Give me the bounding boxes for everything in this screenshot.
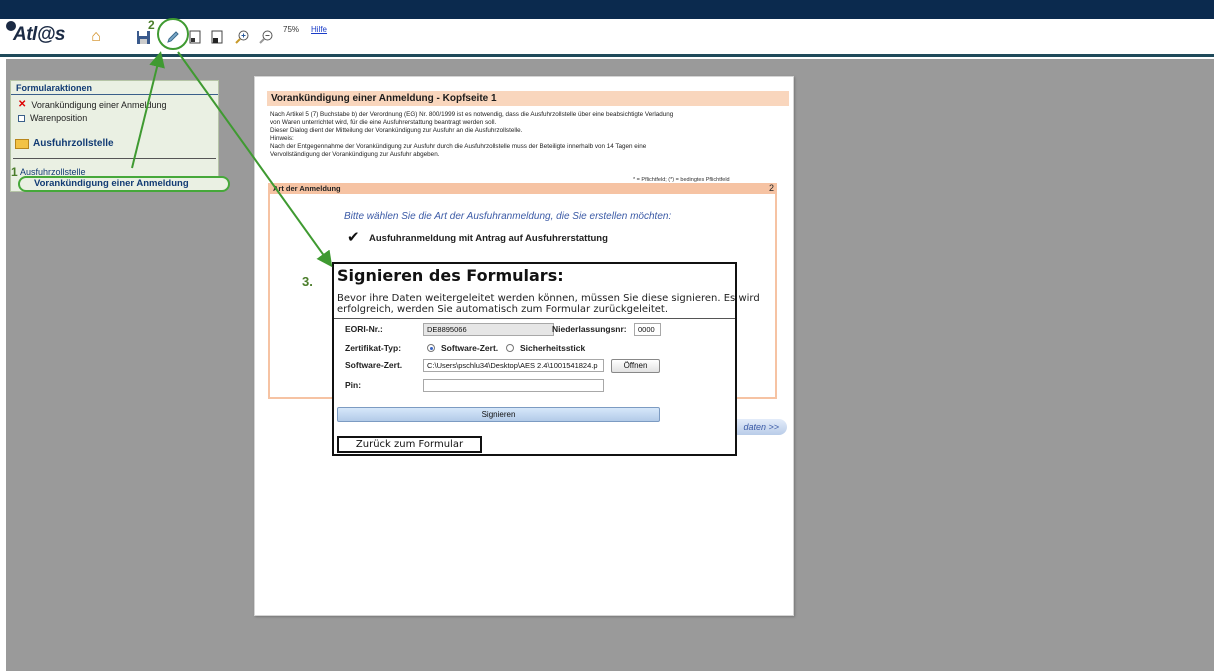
selection-prompt: Bitte wählen Sie die Art der Ausfuhranme… [344, 211, 672, 222]
back-to-form-button[interactable]: Zurück zum Formular [337, 436, 482, 453]
form-actions-header: Formularaktionen [11, 83, 218, 95]
edit-pencil-icon[interactable] [163, 27, 183, 47]
callout-number-3: 3. [302, 274, 313, 289]
section-header: Art der Anmeldung 2 [268, 183, 777, 194]
dialog-description: Bevor ihre Daten weitergeleitet werden k… [337, 293, 760, 315]
intro-line: von Waren unterrichtet wird, für die ein… [270, 119, 497, 126]
logo-text: Atl@s [13, 24, 65, 45]
zoom-level: 75% [283, 25, 300, 34]
sign-button[interactable]: Signieren [337, 407, 660, 422]
checkmark-icon: ✔ [347, 229, 360, 246]
section-number: 2 [768, 183, 774, 193]
callout-number-2: 2 [148, 18, 155, 32]
dialog-title: Signieren des Formulars: [337, 266, 564, 285]
folder-icon [15, 138, 29, 149]
dialog-description-line: Bevor ihre Daten weitergeleitet werden k… [337, 293, 760, 304]
intro-line: Nach Artikel 5 (7) Buchstabe b) der Vero… [270, 111, 674, 118]
sidebar-item-warenposition[interactable]: Warenposition [18, 113, 87, 123]
niederlassung-label: Niederlassungsnr: [552, 324, 627, 334]
intro-line: Dieser Dialog dient der Mitteilung der V… [270, 127, 523, 134]
zoom-in-icon[interactable] [232, 27, 252, 47]
eori-label: EORI-Nr.: [345, 324, 383, 334]
top-banner [0, 0, 1214, 19]
atlas-logo: Atl@s [6, 21, 65, 46]
sidebar-item-label: Vorankündigung einer Anmeldung [31, 99, 167, 110]
home-icon[interactable]: ⌂ [86, 27, 106, 47]
dialog-description-line: erfolgreich, werden Sie automatisch zum … [337, 304, 669, 315]
intro-line: Hinweis: [270, 135, 294, 142]
radio-sicherheitsstick-label[interactable]: Sicherheitsstick [520, 343, 585, 353]
radio-software-zert[interactable] [427, 344, 435, 352]
option-ausfuhranmeldung[interactable]: Ausfuhranmeldung mit Antrag auf Ausfuhre… [369, 233, 608, 244]
pin-label: Pin: [345, 380, 362, 390]
zertifikat-typ-label: Zertifikat-Typ: [345, 343, 402, 353]
open-file-button[interactable]: Öffnen [611, 359, 660, 373]
callout-number-1: 1 [11, 165, 18, 179]
page-title: Vorankündigung einer Anmeldung - Kopfsei… [267, 91, 789, 106]
software-zert-path-field[interactable]: C:\Users\pschlu34\Desktop\AES 2.4\100154… [423, 359, 604, 372]
delete-x-icon: ✕ [18, 99, 27, 110]
pin-field[interactable] [423, 379, 604, 392]
intro-line: Vervollständigung der Vorankündigung zur… [270, 151, 440, 158]
eori-field[interactable]: DE8895066 [423, 323, 554, 336]
document-icon[interactable] [185, 27, 205, 47]
help-link[interactable]: Hilfe [311, 25, 327, 34]
intro-line: Nach der Entgegennahme der Vorankündigun… [270, 143, 647, 150]
tree-item-active-vorankuendigung[interactable]: Vorankündigung einer Anmeldung [18, 176, 230, 192]
sidebar-divider [13, 158, 216, 159]
checkbox-icon [18, 114, 25, 122]
toolbar-divider [0, 54, 1214, 57]
logo-dot [6, 21, 16, 31]
sidebar-item-label: Warenposition [30, 113, 88, 123]
sidebar-section-ausfuhrzollstelle: Ausfuhrzollstelle [15, 138, 114, 149]
dialog-divider [334, 318, 735, 319]
zoom-out-icon[interactable] [256, 27, 276, 47]
print-icon[interactable] [207, 27, 227, 47]
intro-text: Nach Artikel 5 (7) Buchstabe b) der Vero… [270, 111, 790, 159]
section-title: Art der Anmeldung [273, 184, 341, 193]
sidebar-section-label: Ausfuhrzollstelle [33, 138, 114, 149]
sign-dialog: Signieren des Formulars: Bevor ihre Date… [332, 262, 760, 456]
sidebar-item-vorankuendigung[interactable]: ✕ Vorankündigung einer Anmeldung [18, 99, 167, 110]
radio-software-zert-label[interactable]: Software-Zert. [441, 343, 498, 353]
niederlassung-field[interactable]: 0000 [634, 323, 661, 336]
software-zert-label: Software-Zert. [345, 360, 403, 370]
tree-item-active-label: Vorankündigung einer Anmeldung [34, 178, 189, 189]
radio-sicherheitsstick[interactable] [506, 344, 514, 352]
